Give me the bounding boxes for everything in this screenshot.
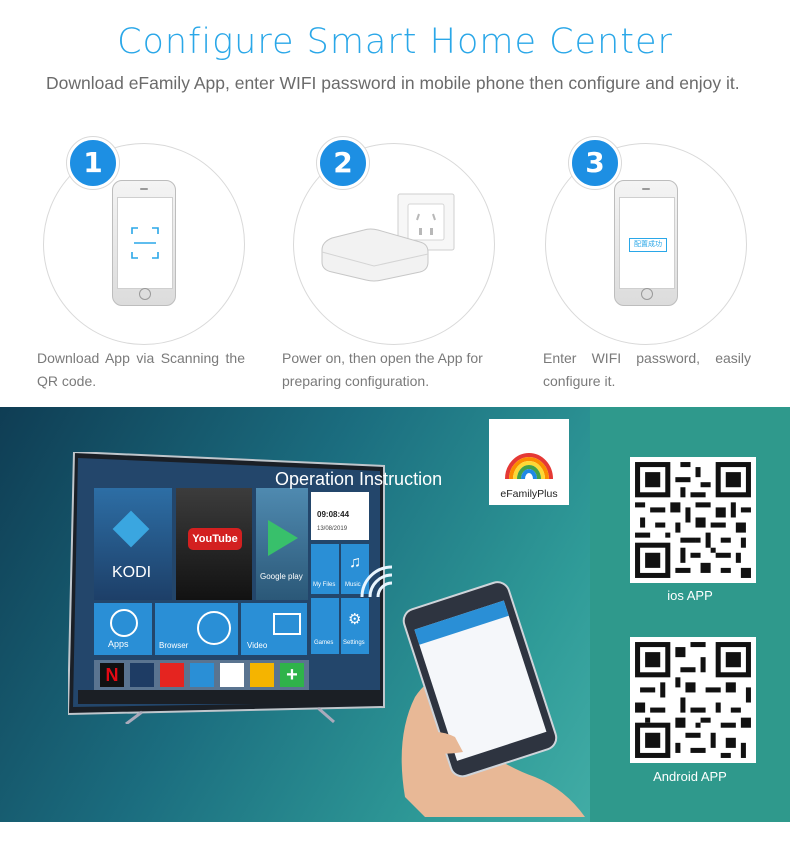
kodi-label: KODI: [112, 564, 152, 581]
google-play-label: Google play: [260, 572, 303, 581]
clock-time: 09:08:44: [317, 510, 350, 519]
page-subtitle: Download eFamily App, enter WIFI passwor…: [46, 73, 740, 93]
kodi-tile: KODI: [94, 488, 172, 600]
play-store-icon: [268, 520, 298, 556]
video-tile[interactable]: Video: [241, 603, 307, 655]
app-dock: N +: [94, 660, 309, 690]
step-3-badge: 3: [569, 137, 621, 189]
browser-label: Browser: [159, 641, 189, 650]
phone-icon: [112, 180, 176, 306]
clock-date: 13/08/2019: [317, 526, 348, 532]
google-play-tile: Google play: [256, 488, 308, 600]
games-label: Games: [314, 640, 334, 646]
gear-icon: ⚙: [348, 611, 362, 628]
page-title: Configure Smart Home Center: [117, 22, 673, 62]
apps-icon: [110, 609, 138, 637]
step-1-text: Download App via Scanning the QR code.: [37, 350, 245, 389]
ios-qr-code: [630, 457, 756, 583]
phone-icon: 配置成功: [614, 180, 678, 306]
step-2-text: Power on, then open the App for preparin…: [282, 350, 483, 389]
clock-widget: 09:08:44 13/08/2019: [311, 492, 369, 540]
smart-tv: KODI YouTube Google play 09:08:44 13/08/…: [68, 452, 390, 724]
ios-app-label: ios APP: [667, 588, 713, 603]
apps-label: Apps: [108, 639, 129, 649]
youtube-tile: YouTube: [176, 488, 252, 600]
kodi-small-icon[interactable]: [130, 663, 154, 687]
android-qr-code: [630, 637, 756, 763]
add-icon[interactable]: +: [280, 663, 304, 687]
video-label: Video: [247, 641, 268, 650]
play-store-small-icon[interactable]: [220, 663, 244, 687]
step-1-badge: 1: [67, 137, 119, 189]
android-small-icon[interactable]: [250, 663, 274, 687]
promo-banner: KODI YouTube Google play 09:08:44 13/08/…: [0, 407, 790, 822]
my-files-label: My Files: [313, 582, 336, 588]
settings-label: Settings: [343, 640, 365, 646]
kodi-icon: [112, 510, 150, 548]
browser-small-icon[interactable]: [190, 663, 214, 687]
youtube-small-icon[interactable]: [160, 663, 184, 687]
hand-holding-phone: [401, 581, 585, 817]
step-3-text: Enter WIFI password, easily configure it…: [543, 350, 751, 389]
android-app-label: Android APP: [653, 769, 727, 784]
globe-icon: [197, 611, 231, 645]
scan-icon: [131, 227, 159, 259]
music-label: Music: [345, 582, 361, 588]
apps-tile[interactable]: Apps: [94, 603, 152, 655]
youtube-logo: YouTube: [188, 528, 242, 550]
my-files-tile[interactable]: My Files: [311, 544, 339, 594]
success-message: 配置成功: [629, 238, 667, 252]
rainbow-icon: [505, 453, 553, 480]
step-2-badge: 2: [317, 137, 369, 189]
games-tile[interactable]: Games: [311, 598, 339, 654]
efamilyplus-logo: eFamilyPlus: [489, 419, 569, 505]
video-icon: [273, 613, 301, 635]
operation-instruction-title: Operation Instruction: [275, 469, 443, 489]
brand-name: eFamilyPlus: [500, 488, 558, 500]
browser-tile[interactable]: Browser: [155, 603, 238, 655]
netflix-icon[interactable]: N: [100, 663, 124, 687]
